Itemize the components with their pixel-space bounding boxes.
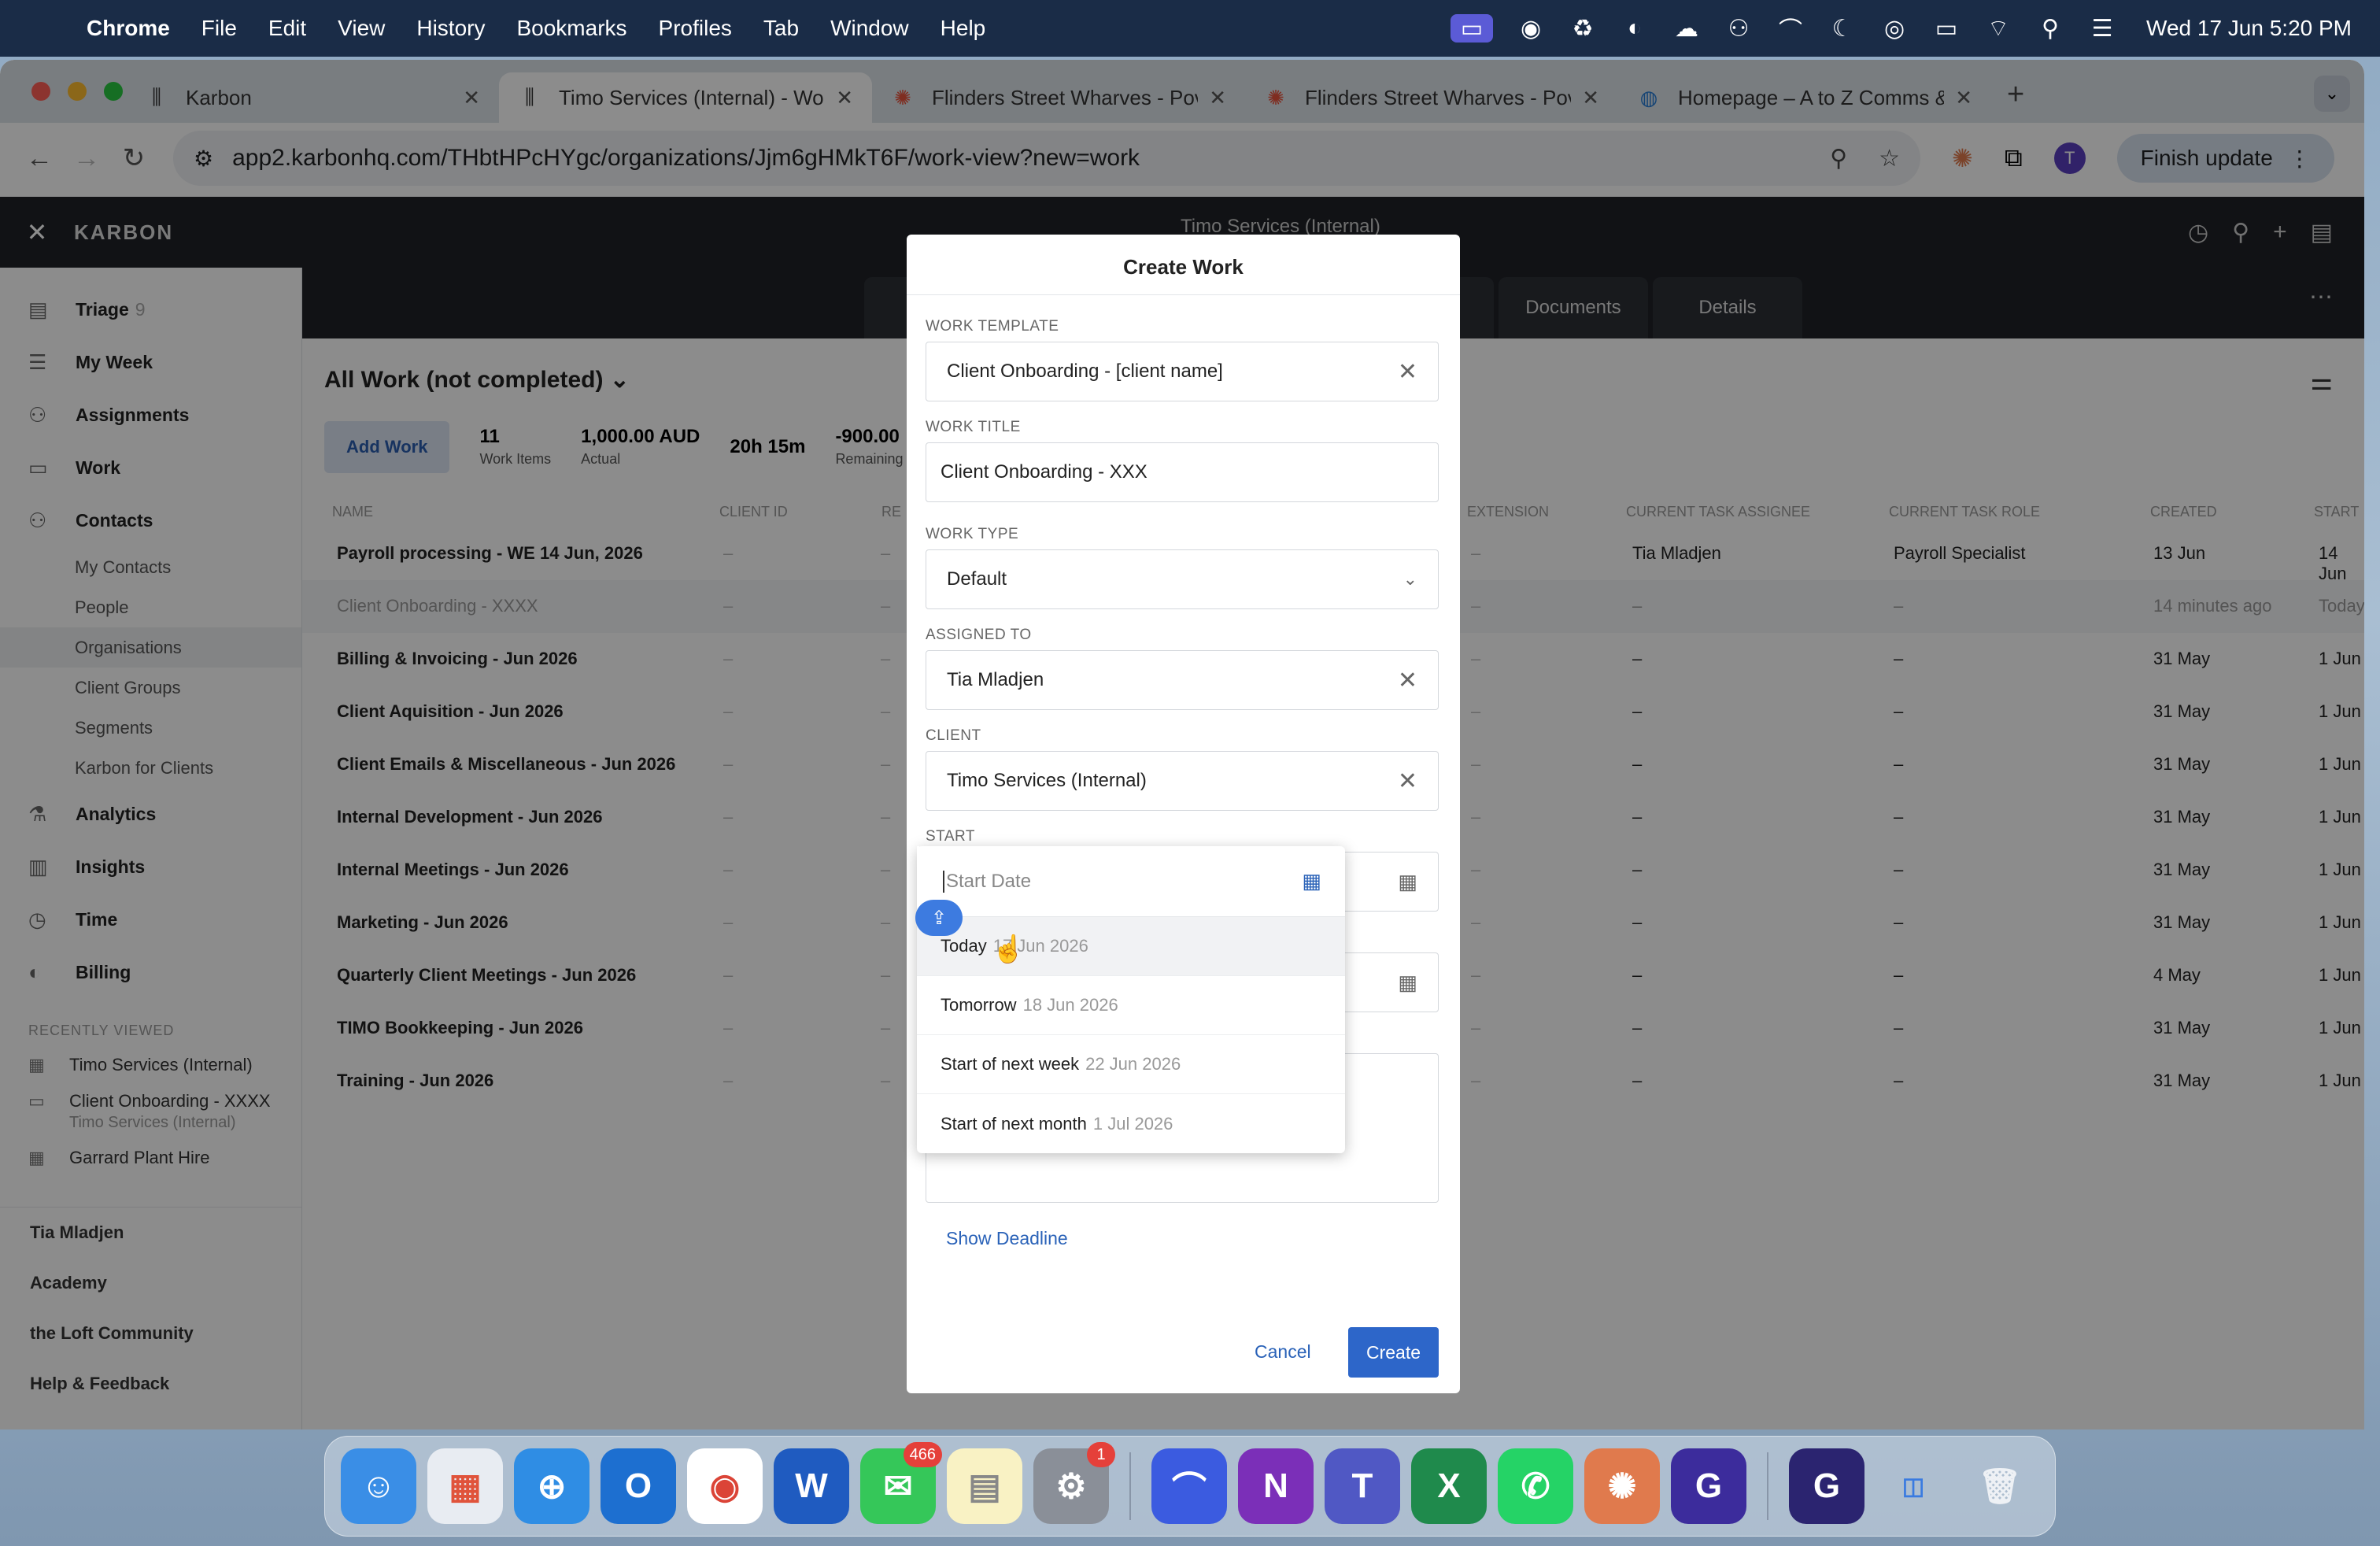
cleaner-icon[interactable]: ♻ (1569, 14, 1597, 43)
create-button[interactable]: Create (1348, 1327, 1439, 1378)
work-template-label: WORK TEMPLATE (926, 318, 1059, 335)
dock-separator (1129, 1452, 1131, 1520)
date-option-today[interactable]: Today 17 Jun 2026 (917, 917, 1345, 976)
work-type-select[interactable]: Default ⌄ (926, 549, 1439, 609)
modal-divider (907, 294, 1460, 295)
client-select[interactable]: Timo Services (Internal) ✕ (926, 751, 1439, 811)
work-title-input[interactable]: Client Onboarding - XXX (926, 442, 1439, 502)
date-option-tomorrow[interactable]: Tomorrow 18 Jun 2026 (917, 976, 1345, 1035)
option-date: 18 Jun 2026 (1022, 995, 1118, 1015)
launchpad-icon[interactable]: ▦ (427, 1448, 503, 1524)
finder-icon[interactable]: ☺ (341, 1448, 416, 1524)
menu-view[interactable]: View (338, 16, 385, 41)
work-template-select[interactable]: Client Onboarding - [client name] ✕ (926, 342, 1439, 401)
moon-icon[interactable]: ☾ (1828, 14, 1857, 43)
menu-bookmarks[interactable]: Bookmarks (516, 16, 626, 41)
clear-icon[interactable]: ✕ (1398, 767, 1417, 795)
option-label: Start of next week (941, 1054, 1080, 1074)
cancel-button[interactable]: Cancel (1255, 1341, 1311, 1363)
outlook-icon[interactable]: O (601, 1448, 676, 1524)
option-date: 1 Jul 2026 (1092, 1113, 1173, 1134)
messages-icon[interactable]: ✉ 466 (860, 1442, 942, 1524)
date-option-next-month[interactable]: Start of next month 1 Jul 2026 (917, 1094, 1345, 1153)
whatsapp-icon[interactable]: ✆ (1498, 1448, 1573, 1524)
work-template-value: Client Onboarding - [client name] (947, 361, 1223, 382)
assigned-to-value: Tia Mladjen (947, 669, 1044, 690)
chrome-icon[interactable]: ◉ (687, 1448, 763, 1524)
word-icon[interactable]: W (774, 1448, 849, 1524)
grammarly-desktop-icon[interactable]: G (1789, 1448, 1864, 1524)
record-icon[interactable]: ◉ (1517, 14, 1545, 43)
create-work-modal: Create Work WORK TEMPLATE Client Onboard… (907, 235, 1460, 1393)
work-title-value: Client Onboarding - XXX (941, 461, 1148, 483)
show-deadline-link[interactable]: Show Deadline (946, 1228, 1068, 1249)
clear-icon[interactable]: ✕ (1398, 358, 1417, 386)
menu-edit[interactable]: Edit (268, 16, 306, 41)
status-area: ▭ ◉ ♻ ◐ ☁ ⚇ ⌒ ☾ ◎ ▭ ⌔ ⚲ ☰ Wed 17 Jun 5:2… (1451, 0, 2352, 57)
menubar-clock[interactable]: Wed 17 Jun 5:20 PM (2146, 16, 2352, 41)
battery-icon[interactable]: ▭ (1932, 14, 1961, 43)
option-label: Tomorrow (941, 995, 1017, 1015)
copilot-status-icon[interactable]: ⌒ (1776, 14, 1805, 44)
user-icon[interactable]: ◎ (1880, 14, 1909, 43)
wifi-icon[interactable]: ⌔ (1984, 14, 2012, 43)
clear-icon[interactable]: ✕ (1398, 667, 1417, 694)
menu-window[interactable]: Window (830, 16, 909, 41)
menu-app-name[interactable]: Chrome (87, 16, 170, 41)
copilot-icon[interactable]: ⌒ (1151, 1448, 1227, 1524)
start-date-placeholder: Start Date (943, 870, 1302, 893)
modal-title: Create Work (1123, 255, 1244, 279)
menu-tab[interactable]: Tab (763, 16, 799, 41)
trash-icon[interactable]: 🗑 (1962, 1448, 2038, 1524)
work-type-label: WORK TYPE (926, 526, 1019, 542)
work-type-value: Default (947, 568, 1007, 590)
browser-window: ⫼ Karbon ✕ ⫼ Timo Services (Internal) - … (0, 60, 2364, 1429)
calendar-icon[interactable]: ▦ (1302, 869, 1321, 893)
claude-icon[interactable]: ✺ (1584, 1448, 1660, 1524)
onenote-icon[interactable]: N (1238, 1448, 1314, 1524)
option-label: Start of next month (941, 1113, 1087, 1134)
system-settings-icon[interactable]: ⚙ 1 (1033, 1442, 1115, 1524)
menu-profiles[interactable]: Profiles (659, 16, 732, 41)
calendar-icon[interactable]: ▦ (1398, 870, 1417, 894)
notes-icon[interactable]: ▤ (947, 1448, 1022, 1524)
vpn-icon[interactable]: ◐ (1621, 14, 1649, 43)
client-label: CLIENT (926, 727, 981, 744)
chevron-down-icon: ⌄ (1402, 569, 1417, 589)
calendar-icon[interactable]: ▦ (1398, 971, 1417, 995)
date-option-next-week[interactable]: Start of next week 22 Jun 2026 (917, 1035, 1345, 1094)
start-date-input[interactable]: Start Date ▦ (917, 846, 1345, 917)
messages-badge: 466 (903, 1442, 942, 1467)
start-date-dropdown: Start Date ▦ Today 17 Jun 2026 Tomorrow 18… (917, 846, 1345, 1153)
cloud-icon[interactable]: ☁ (1672, 14, 1701, 43)
screen-share-icon[interactable]: ▭ (1451, 14, 1494, 43)
spotlight-search-icon[interactable]: ⚲ (2036, 14, 2064, 43)
macos-dock: ☺ ▦ ⊕ O ◉ W ✉ 466 ▤ ⚙ 1 ⌒ N T X ✆ ✺ G G ◫ … (324, 1436, 2056, 1537)
safari-icon[interactable]: ⊕ (514, 1448, 589, 1524)
excel-icon[interactable]: X (1411, 1448, 1487, 1524)
teams-icon[interactable]: T (1325, 1448, 1400, 1524)
menu-help[interactable]: Help (941, 16, 986, 41)
dock-separator (1767, 1452, 1768, 1520)
work-title-label: WORK TITLE (926, 419, 1021, 435)
downloads-stack-icon[interactable]: ◫ (1876, 1448, 1951, 1524)
teams-status-icon[interactable]: ⚇ (1724, 14, 1753, 43)
menu-history[interactable]: History (416, 16, 485, 41)
assigned-to-select[interactable]: Tia Mladjen ✕ (926, 650, 1439, 710)
settings-badge: 1 (1087, 1442, 1115, 1467)
hand-cursor-icon: ☝ (992, 934, 1026, 964)
grammarly-icon[interactable]: G (1671, 1448, 1746, 1524)
client-value: Timo Services (Internal) (947, 770, 1147, 791)
start-label: START (926, 828, 976, 845)
option-date: 22 Jun 2026 (1085, 1054, 1181, 1074)
grammarly-floating-icon[interactable]: ⇪ (915, 900, 963, 936)
menu-file[interactable]: File (201, 16, 237, 41)
control-center-icon[interactable]: ☰ (2088, 14, 2116, 43)
option-label: Today (941, 936, 987, 956)
assigned-to-label: ASSIGNED TO (926, 627, 1032, 643)
macos-menubar: Chrome File Edit View History Bookmarks … (0, 0, 2380, 57)
